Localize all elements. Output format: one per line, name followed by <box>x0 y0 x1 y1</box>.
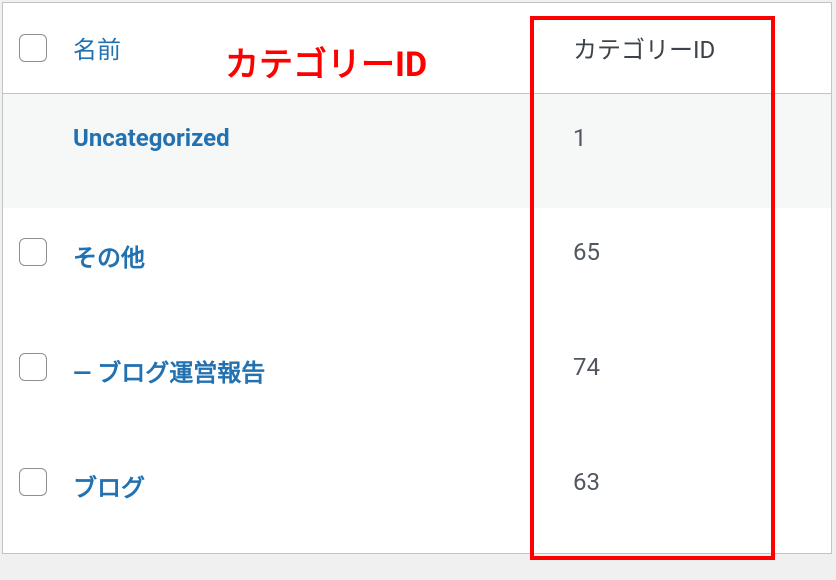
table-body: Uncategorized 1 その他 65 — ブログ運営報告 74 ブログ 63 <box>3 93 831 553</box>
category-name-link[interactable]: ブログ <box>73 474 145 502</box>
row-name-cell: その他 <box>63 208 543 323</box>
category-name-link[interactable]: — ブログ運営報告 <box>73 359 265 387</box>
category-table: 名前 カテゴリーID Uncategorized 1 その他 65 — ブログ運営報告 7… <box>3 3 831 553</box>
row-checkbox[interactable] <box>19 468 47 496</box>
header-name-cell: 名前 <box>63 3 543 93</box>
table-row: ブログ 63 <box>3 438 831 553</box>
category-table-wrapper: 名前 カテゴリーID Uncategorized 1 その他 65 — ブログ運営報告 7… <box>2 2 832 554</box>
row-id-cell: 63 <box>543 438 831 553</box>
row-checkbox[interactable] <box>19 353 47 381</box>
row-checkbox-cell <box>3 438 63 553</box>
header-checkbox-cell <box>3 3 63 93</box>
row-id-cell: 65 <box>543 208 831 323</box>
row-name-cell: Uncategorized <box>63 93 543 208</box>
header-id-cell: カテゴリーID <box>543 3 831 93</box>
table-row: — ブログ運営報告 74 <box>3 323 831 438</box>
row-checkbox-cell <box>3 323 63 438</box>
select-all-checkbox[interactable] <box>19 34 47 62</box>
row-name-cell: — ブログ運営報告 <box>63 323 543 438</box>
table-row: Uncategorized 1 <box>3 93 831 208</box>
row-id-cell: 1 <box>543 93 831 208</box>
category-name-link[interactable]: Uncategorized <box>73 124 230 152</box>
table-row: その他 65 <box>3 208 831 323</box>
row-checkbox-cell <box>3 93 63 208</box>
header-name-sort-link[interactable]: 名前 <box>73 36 121 64</box>
category-name-link[interactable]: その他 <box>73 244 145 272</box>
row-checkbox-cell <box>3 208 63 323</box>
row-id-cell: 74 <box>543 323 831 438</box>
row-checkbox[interactable] <box>19 238 47 266</box>
table-header-row: 名前 カテゴリーID <box>3 3 831 93</box>
row-name-cell: ブログ <box>63 438 543 553</box>
